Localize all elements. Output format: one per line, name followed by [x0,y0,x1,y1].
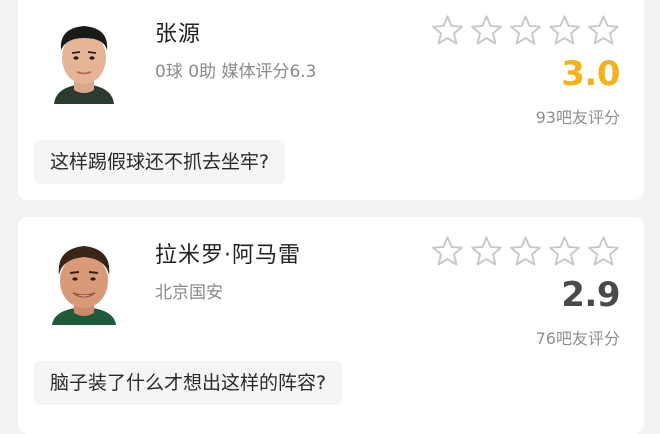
star-outline-icon[interactable] [509,235,542,268]
star-outline-icon[interactable] [509,14,542,47]
rating-count: 93吧友评分 [535,108,620,127]
player-rating-card[interactable]: 拉米罗·阿马雷 北京国安 2.9 76吧友评分 脑子装了什么才想出这样的阵容? [18,217,644,434]
player-name: 张源 [155,22,202,47]
star-rating-input[interactable] [431,14,620,47]
average-score: 3.0 [561,54,620,94]
star-outline-icon[interactable] [548,14,581,47]
player-name: 拉米罗·阿马雷 [155,243,301,268]
player-stats: 0球 0助 媒体评分6.3 [155,62,317,82]
average-score: 2.9 [561,275,620,315]
player-avatar[interactable] [44,14,124,104]
player-avatar[interactable] [44,235,124,325]
star-outline-icon[interactable] [548,235,581,268]
star-outline-icon[interactable] [431,235,464,268]
star-outline-icon[interactable] [431,14,464,47]
player-rating-card[interactable]: 张源 0球 0助 媒体评分6.3 3.0 93吧友评分 这样踢假球还不抓去坐牢? [18,0,644,200]
star-outline-icon[interactable] [470,235,503,268]
star-outline-icon[interactable] [587,14,620,47]
star-outline-icon[interactable] [587,235,620,268]
top-comment[interactable]: 这样踢假球还不抓去坐牢? [34,140,286,184]
player-team: 北京国安 [155,283,223,303]
star-outline-icon[interactable] [470,14,503,47]
star-rating-input[interactable] [431,235,620,268]
top-comment[interactable]: 脑子装了什么才想出这样的阵容? [34,361,343,405]
rating-count: 76吧友评分 [535,329,620,348]
